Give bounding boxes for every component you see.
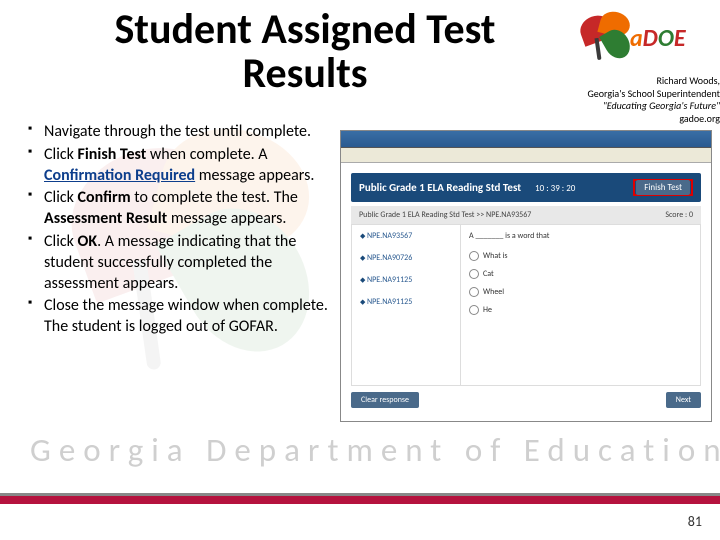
question-panel: A _______ is a word that What is Cat Whe… <box>461 225 700 385</box>
window-menubar <box>341 148 711 163</box>
clear-response-button[interactable]: Clear response <box>351 392 419 408</box>
background-dept-text: Georgia Department of Education <box>30 430 720 470</box>
test-header-bar: Public Grade 1 ELA Reading Std Test10 : … <box>351 173 701 202</box>
instruction-list: Navigate through the test until complete… <box>28 122 333 340</box>
finish-test-highlight: Finish Test <box>633 179 693 196</box>
superintendent-name: Richard Woods, <box>550 75 720 88</box>
page-number: 81 <box>688 513 702 530</box>
list-item: Navigate through the test until complete… <box>28 122 333 143</box>
motto: "Educating Georgia's Future" <box>550 100 720 113</box>
answer-option[interactable]: Cat <box>469 269 692 279</box>
list-item: Click Finish Test when complete. A Confi… <box>28 145 333 187</box>
slide-title: Student Assigned Test Results <box>55 8 555 96</box>
question-nav-panel: NPE.NA93567 NPE.NA90726 NPE.NA91125 NPE.… <box>352 225 461 385</box>
list-item: Click Confirm to complete the test. The … <box>28 188 333 230</box>
list-item: Click OK. A message indicating that the … <box>28 232 333 294</box>
breadcrumb-bar: Public Grade 1 ELA Reading Std Test >> N… <box>351 206 701 224</box>
score-display: Score : 0 <box>665 210 693 220</box>
next-button[interactable]: Next <box>666 392 701 408</box>
window-titlebar <box>341 131 711 148</box>
site-url: gadoe.org <box>550 113 720 126</box>
question-nav-item[interactable]: NPE.NA91125 <box>356 275 456 285</box>
embedded-app-screenshot: Public Grade 1 ELA Reading Std Test10 : … <box>340 130 712 422</box>
answer-option[interactable]: He <box>469 305 692 315</box>
answer-option[interactable]: What is <box>469 251 692 261</box>
answer-option[interactable]: Wheel <box>469 287 692 297</box>
attribution-block: Richard Woods, Georgia's School Superint… <box>550 75 720 125</box>
question-nav-item[interactable]: NPE.NA91125 <box>356 297 456 307</box>
question-nav-item[interactable]: NPE.NA90726 <box>356 253 456 263</box>
list-item: Close the message window when complete. … <box>28 296 333 338</box>
test-timer: 10 : 39 : 20 <box>535 183 575 194</box>
finish-test-button[interactable]: Finish Test <box>636 180 690 195</box>
footer-accent-bar <box>0 496 720 504</box>
gadoe-logo: aDOE <box>560 10 710 70</box>
question-nav-item[interactable]: NPE.NA93567 <box>356 231 456 241</box>
breadcrumb-path: Public Grade 1 ELA Reading Std Test >> N… <box>359 210 531 220</box>
question-text: A _______ is a word that <box>469 231 692 241</box>
test-title: Public Grade 1 ELA Reading Std Test10 : … <box>359 181 575 194</box>
